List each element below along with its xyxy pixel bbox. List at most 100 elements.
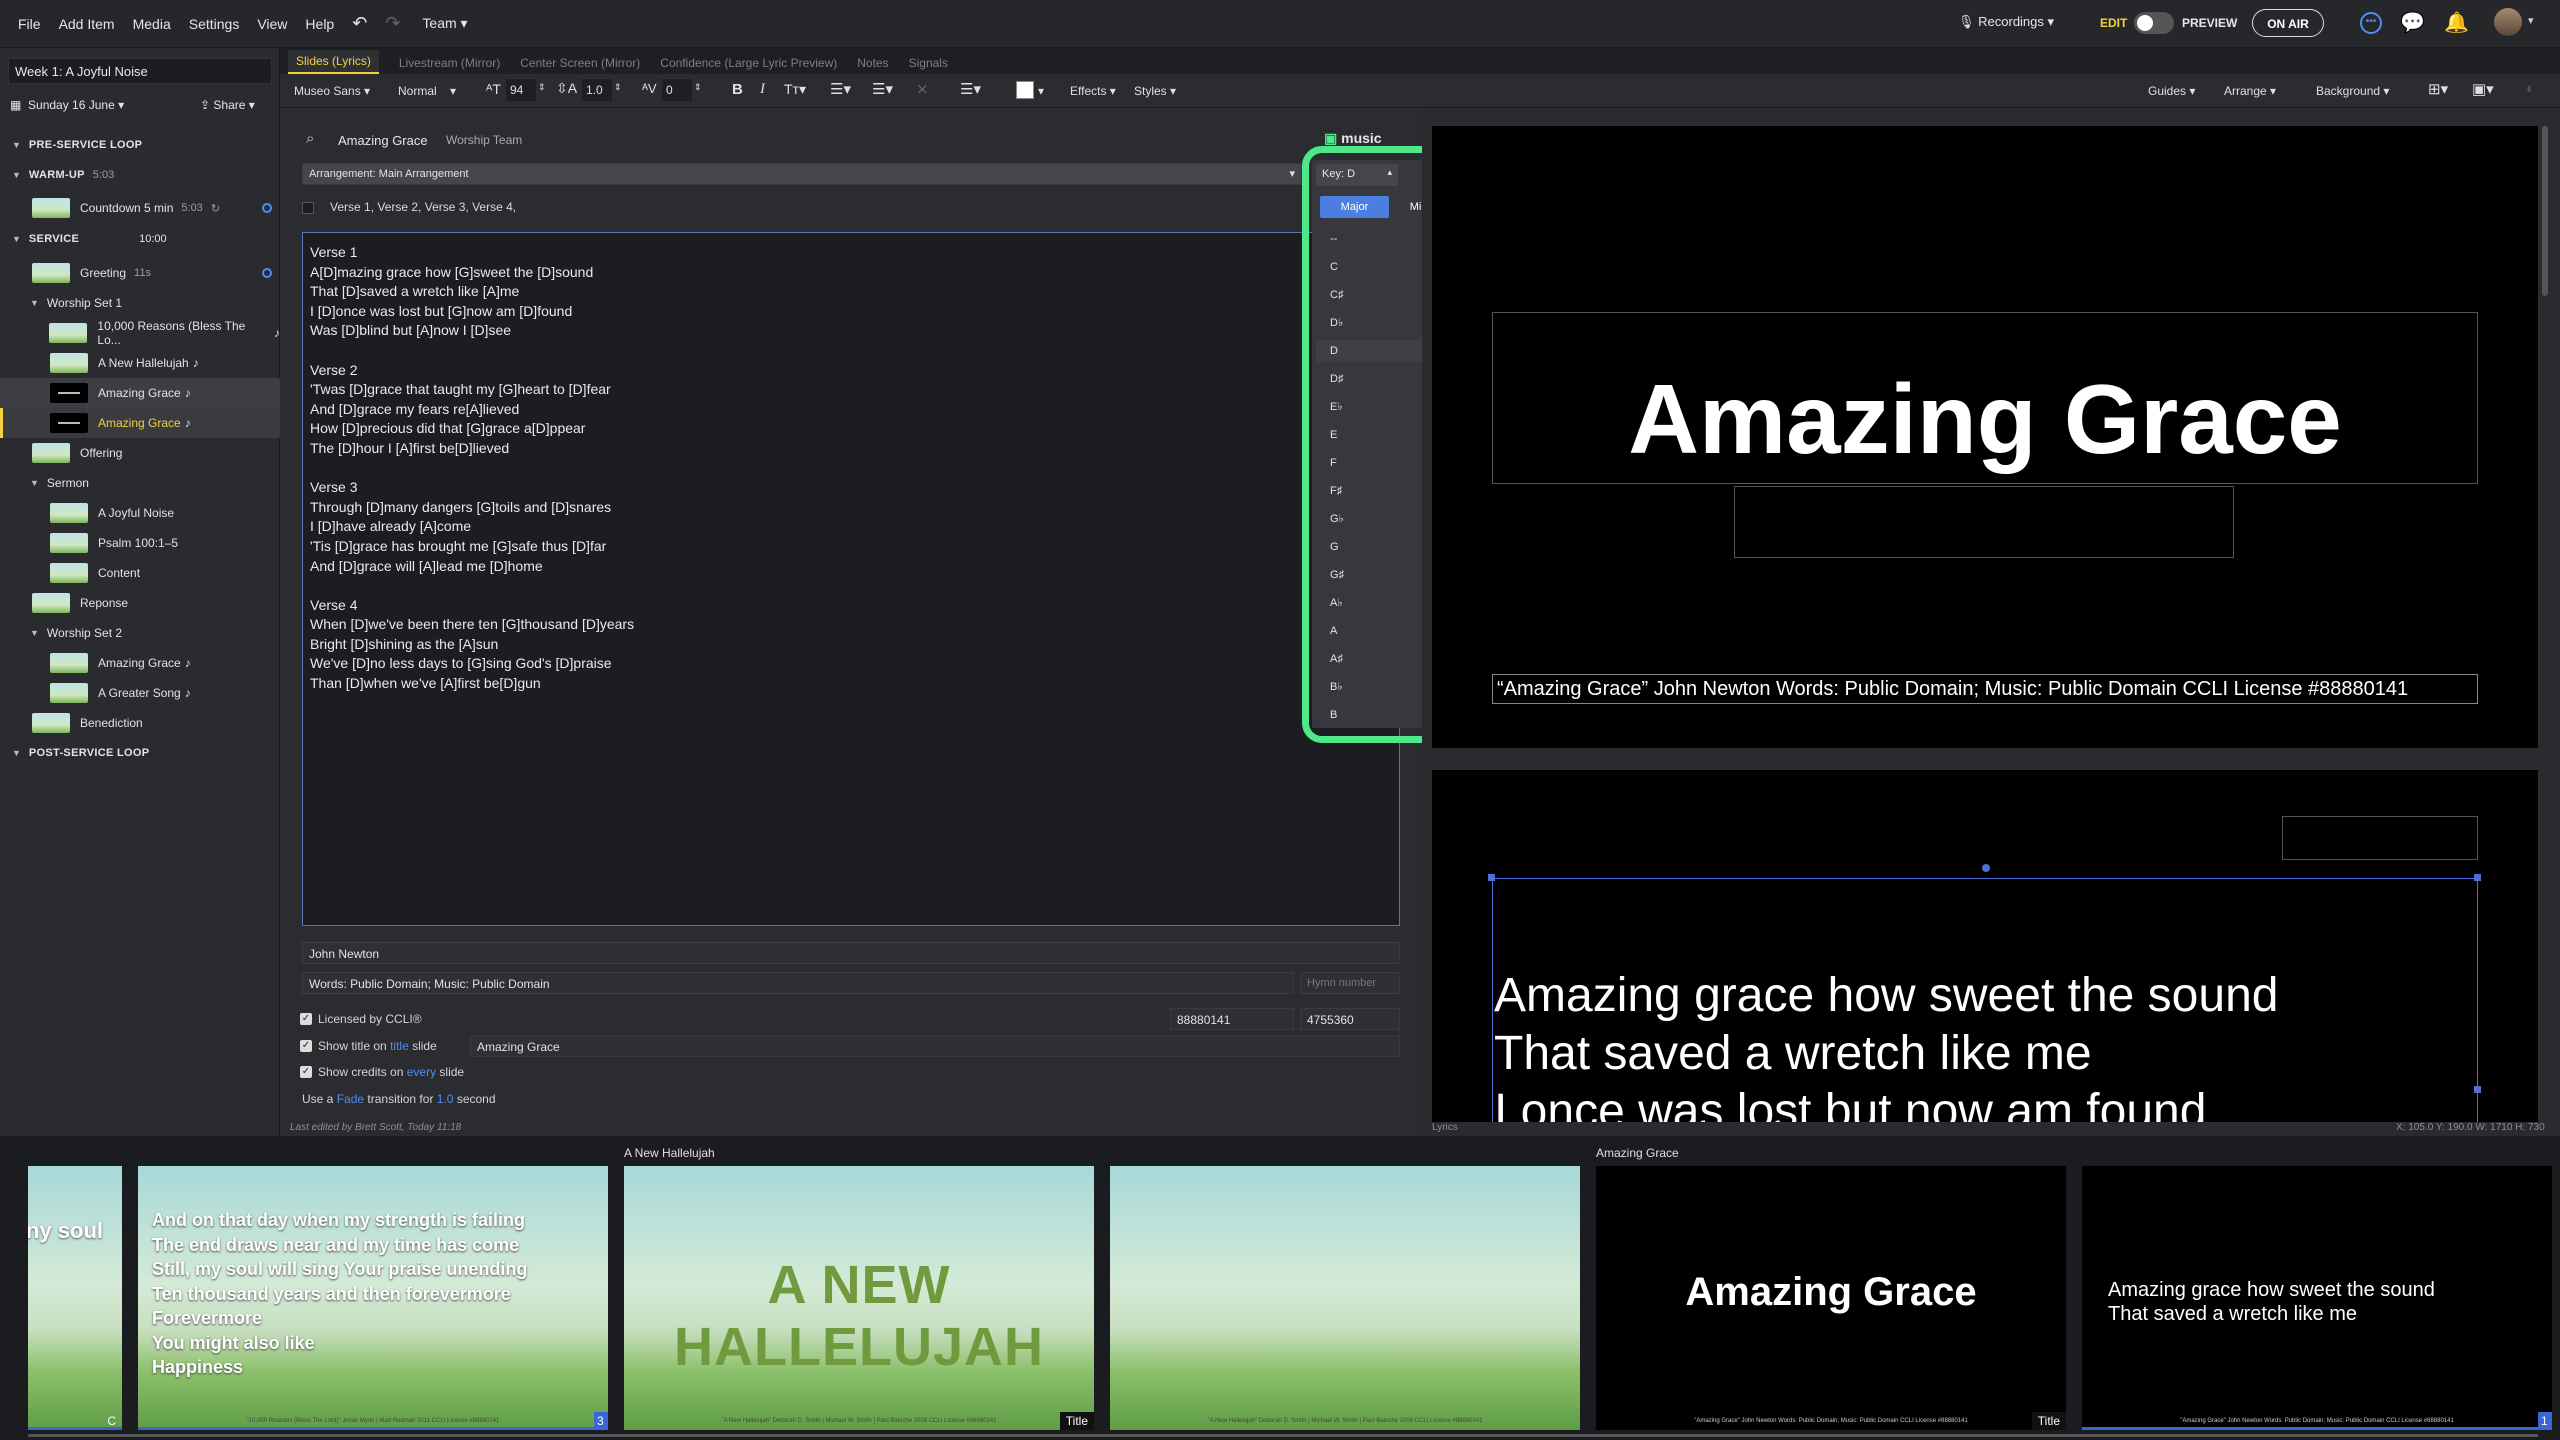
author-field[interactable]: John Newton (302, 942, 1400, 964)
undo-icon[interactable]: ↶ (352, 13, 367, 34)
arrangement-select[interactable]: Arrangement: Main Arrangement ▾ (302, 163, 1302, 185)
sidebar-item-psalm[interactable]: Psalm 100:1–5 (0, 528, 280, 558)
ccli-license-field[interactable]: 88880141 (1170, 1008, 1294, 1030)
strip-scrollbar[interactable] (28, 1434, 2538, 1437)
effects-menu[interactable]: Effects ▾ (1070, 84, 1116, 98)
font-size-input[interactable]: 94 (506, 79, 536, 101)
menu-help[interactable]: Help (305, 16, 334, 32)
slide-credits[interactable]: “Amazing Grace” John Newton Words: Publi… (1492, 674, 2478, 704)
transition-duration-link[interactable]: 1.0 (437, 1092, 454, 1106)
title-value-field[interactable]: Amazing Grace (470, 1035, 1400, 1057)
tab-signals[interactable]: Signals (909, 52, 948, 74)
menu-file[interactable]: File (18, 16, 41, 32)
font-size-stepper-icon[interactable]: ⇕ (538, 82, 546, 93)
sidebar-item-benediction[interactable]: Benediction (0, 708, 280, 738)
section-pre-service[interactable]: ▼ PRE-SERVICE LOOP (0, 130, 280, 160)
sidebar-item-amazing-grace-active[interactable]: Amazing Grace ♪ (0, 408, 280, 438)
arrange-menu[interactable]: Arrange ▾ (2224, 84, 2276, 98)
color-chevron-icon[interactable]: ▾ (1038, 84, 1044, 98)
sidebar-item-10000-reasons[interactable]: 10,000 Reasons (Bless The Lo... ♪ (0, 318, 280, 348)
sidebar-item-countdown[interactable]: Countdown 5 min 5:03 ↻ (0, 193, 280, 223)
copyright-field[interactable]: Words: Public Domain; Music: Public Doma… (302, 972, 1294, 994)
text-transform-icon[interactable]: Tт▾ (784, 81, 806, 98)
text-color-swatch[interactable] (1016, 81, 1034, 99)
sidebar-item-new-hallelujah[interactable]: A New Hallelujah ♪ (0, 348, 280, 378)
subtitle-text-box[interactable] (1734, 486, 2234, 558)
bold-icon[interactable]: B (732, 81, 743, 98)
line-height-input[interactable]: 1.0 (582, 79, 612, 101)
section-post-service[interactable]: ▼ POST-SERVICE LOOP (0, 740, 280, 766)
show-credits-checkbox[interactable]: ✓ (300, 1066, 312, 1078)
italic-icon[interactable]: I (760, 81, 765, 98)
edit-preview-toggle[interactable] (2134, 12, 2174, 34)
redo-icon[interactable]: ↷ (385, 13, 400, 34)
sidebar-item-greater-song[interactable]: A Greater Song ♪ (0, 678, 280, 708)
avatar[interactable] (2494, 8, 2522, 36)
hymn-number-field[interactable]: Hymn number (1300, 972, 1400, 994)
small-text-box[interactable] (2282, 816, 2478, 860)
sidebar-item-content[interactable]: Content (0, 558, 280, 588)
background-menu[interactable]: Background ▾ (2316, 84, 2389, 98)
group-sermon[interactable]: ▼ Sermon (0, 468, 280, 498)
slide-thumbnail[interactable]: "A New Hallelujah" Deborah D. Smith | Mi… (1110, 1166, 1580, 1430)
lyrics-textarea[interactable]: Verse 1 A[D]mazing grace how [G]sweet th… (302, 232, 1400, 926)
section-service[interactable]: ▼ SERVICE 10:00 (0, 226, 280, 252)
show-title-link[interactable]: title (390, 1039, 409, 1053)
tab-center-screen[interactable]: Center Screen (Mirror) (520, 52, 640, 74)
more-icon[interactable]: ••• (2360, 12, 2382, 34)
bell-icon[interactable]: 🔔 (2444, 10, 2469, 35)
date-selector[interactable]: ▦ Sunday 16 June ▾ (10, 98, 124, 112)
chat-icon[interactable]: 💬 (2400, 10, 2425, 35)
clear-format-icon[interactable]: ⨯ (916, 80, 929, 98)
slide-thumbnail[interactable]: And on that day when my strength is fail… (138, 1166, 608, 1430)
lock-icon[interactable]: ◐ (2526, 80, 2535, 97)
sequence-text[interactable]: Verse 1, Verse 2, Verse 3, Verse 4, (330, 200, 516, 214)
menu-add-item[interactable]: Add Item (59, 16, 115, 32)
lyric-slide-preview[interactable]: Amazing grace how sweet the sound That s… (1432, 770, 2538, 1122)
song-title[interactable]: Amazing Grace (338, 133, 428, 148)
resize-handle-icon[interactable] (1982, 864, 1990, 872)
preview-scrollbar[interactable] (2542, 126, 2548, 296)
show-title-checkbox[interactable]: ✓ (300, 1040, 312, 1052)
slide-thumbnail[interactable]: ny soul C (28, 1166, 122, 1430)
sidebar-item-greeting[interactable]: Greeting 11s (0, 258, 280, 288)
ccli-song-number-field[interactable]: 4755360 (1300, 1008, 1400, 1030)
search-icon[interactable]: ⌕ (306, 130, 314, 147)
team-menu[interactable]: Team ▾ (422, 15, 467, 32)
image-icon[interactable]: ▣▾ (2472, 80, 2494, 98)
recordings-menu[interactable]: 🎙 Recordings ▾ (1958, 14, 2054, 30)
tab-notes[interactable]: Notes (857, 52, 888, 74)
slide-thumbnail[interactable]: Amazing Grace "Amazing Grace" John Newto… (1596, 1166, 2066, 1430)
tab-livestream[interactable]: Livestream (Mirror) (399, 52, 500, 74)
sidebar-item-amazing-grace-2[interactable]: Amazing Grace ♪ (0, 648, 280, 678)
show-credits-link[interactable]: every (407, 1065, 436, 1079)
share-button[interactable]: ⇪ Share ▾ (200, 98, 255, 112)
ccli-checkbox[interactable]: ✓ (300, 1013, 312, 1025)
line-height-stepper-icon[interactable]: ⇕ (614, 82, 622, 93)
tab-confidence[interactable]: Confidence (Large Lyric Preview) (660, 52, 837, 74)
sidebar-item-amazing-grace[interactable]: Amazing Grace ♪ (0, 378, 280, 408)
layout-icon[interactable]: ⊞▾ (2428, 80, 2448, 98)
font-family-select[interactable]: Museo Sans ▾ (294, 84, 370, 98)
title-slide-preview[interactable]: Amazing Grace “Amazing Grace” John Newto… (1432, 126, 2538, 748)
menu-settings[interactable]: Settings (189, 16, 240, 32)
letter-spacing-input[interactable]: 0 (662, 79, 692, 101)
group-worship-set-1[interactable]: ▼ Worship Set 1 (0, 288, 280, 318)
font-weight-select[interactable]: Normal ▾ (398, 84, 456, 98)
tab-slides-lyrics[interactable]: Slides (Lyrics) (288, 50, 379, 74)
avatar-chevron-icon[interactable]: ▾ (2528, 14, 2534, 27)
resize-handle-icon[interactable] (2474, 874, 2481, 881)
slide-thumbnail[interactable]: Amazing grace how sweet the sound That s… (2082, 1166, 2552, 1430)
guides-menu[interactable]: Guides ▾ (2148, 84, 2195, 98)
slide-thumbnail[interactable]: A NEW HALLELUJAH "A New Hallelujah" Debo… (624, 1166, 1094, 1430)
menu-media[interactable]: Media (133, 16, 171, 32)
align-icon[interactable]: ☰▾ (960, 80, 981, 98)
letter-spacing-stepper-icon[interactable]: ⇕ (694, 82, 702, 93)
styles-menu[interactable]: Styles ▾ (1134, 84, 1176, 98)
sequence-checkbox[interactable] (302, 202, 314, 214)
plan-title-field[interactable]: Week 1: A Joyful Noise (8, 58, 272, 84)
resize-handle-icon[interactable] (1488, 874, 1495, 881)
sidebar-item-offering[interactable]: Offering (0, 438, 280, 468)
section-warmup[interactable]: ▼ WARM-UP 5:03 (0, 162, 280, 188)
sidebar-item-joyful-noise[interactable]: A Joyful Noise (0, 498, 280, 528)
